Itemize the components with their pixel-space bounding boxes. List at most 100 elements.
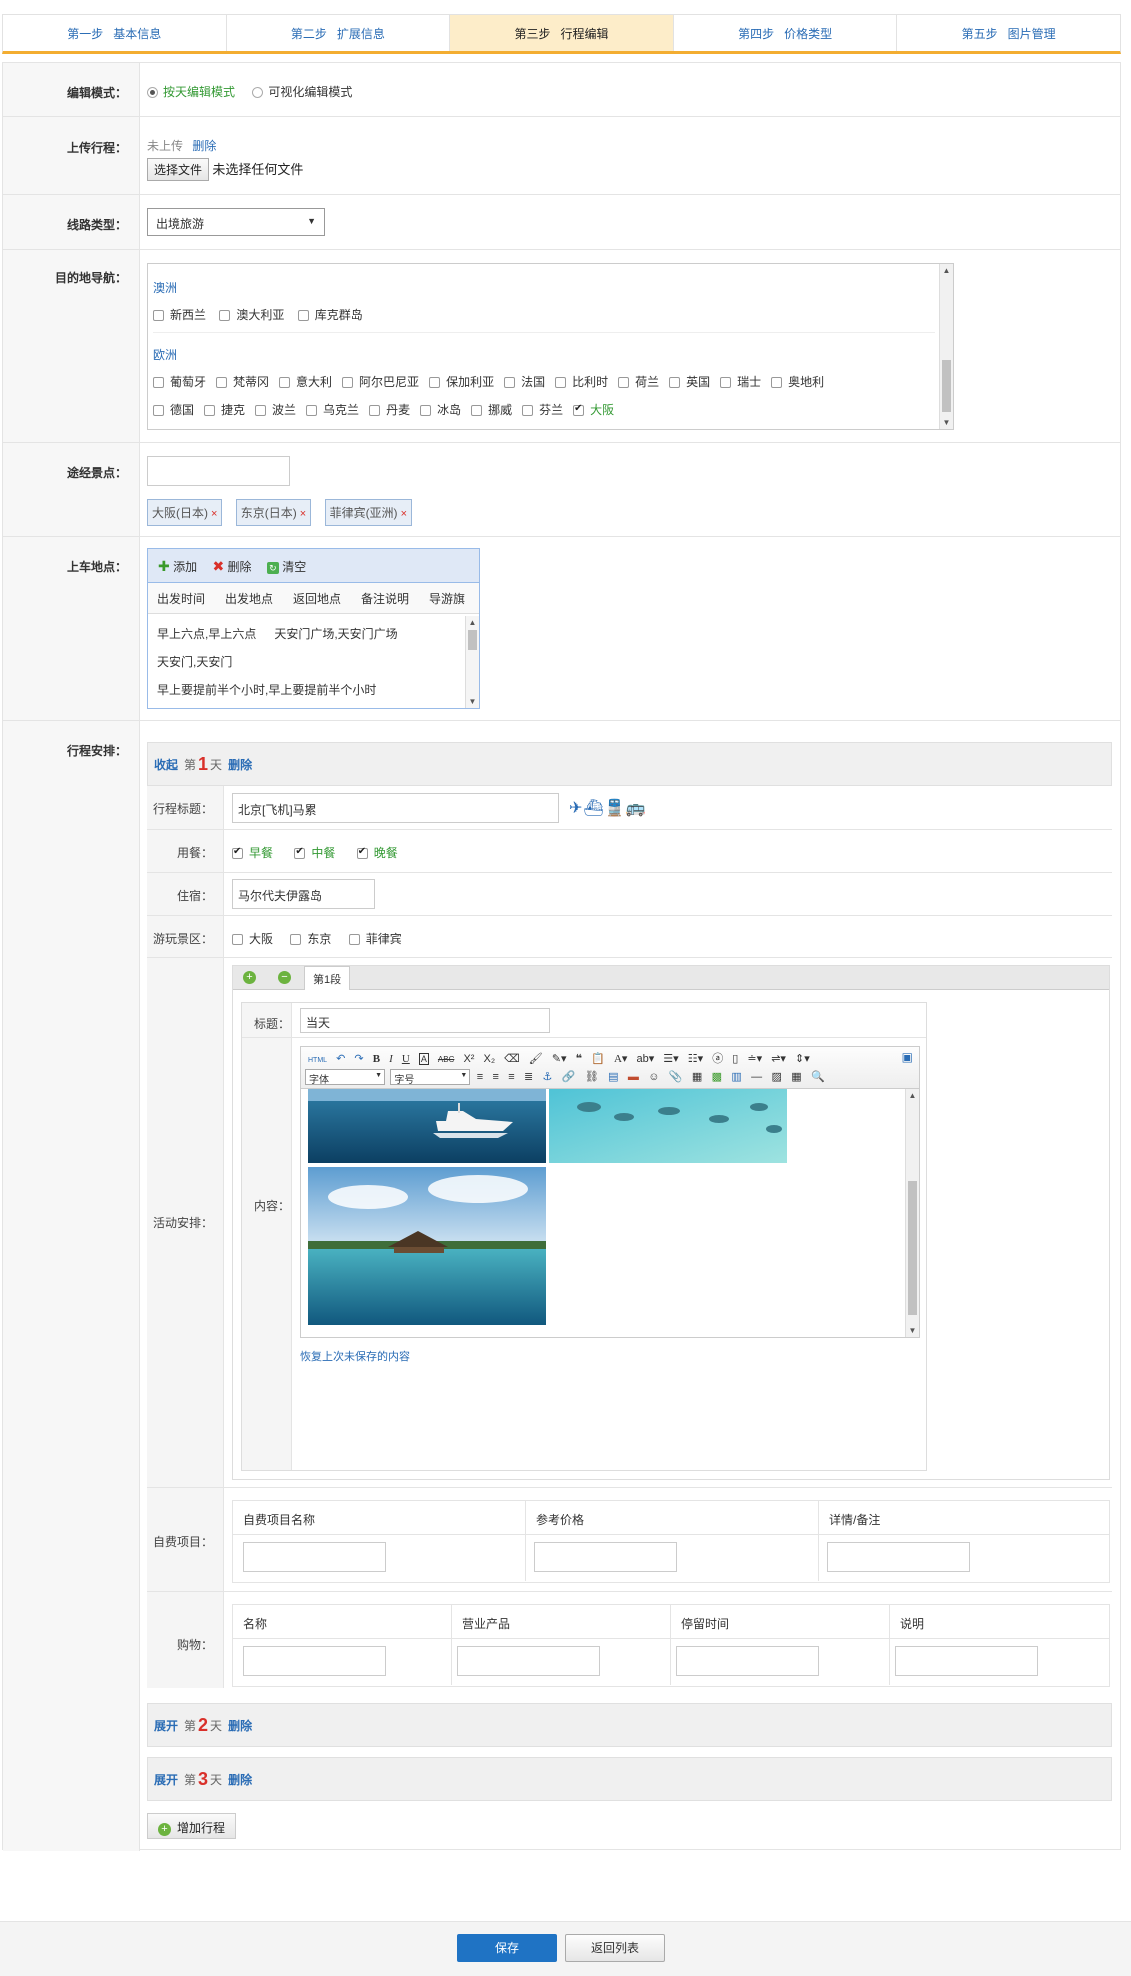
unordered-list-icon[interactable]: ☷▾: [688, 1052, 703, 1065]
column-header[interactable]: 出发时间: [157, 590, 225, 607]
radio-icon[interactable]: [147, 87, 158, 99]
table-row[interactable]: 天安门,天安门: [157, 653, 232, 670]
remove-tag-icon[interactable]: ×: [401, 508, 407, 520]
self-paid-note-input[interactable]: [827, 1542, 970, 1572]
column-header[interactable]: 出发地点: [225, 590, 293, 607]
table-row[interactable]: 早上六点,早上六点 天安门广场,天安门广场: [157, 625, 398, 642]
train-icon[interactable]: 🚆: [605, 800, 626, 817]
anchor-icon[interactable]: ⚓: [543, 1070, 553, 1083]
checkbox-icon[interactable]: [522, 405, 534, 417]
checkbox-icon[interactable]: [216, 377, 228, 389]
line-type-select[interactable]: 出境旅游 ▼: [147, 208, 325, 236]
upload-delete-link[interactable]: 删除: [192, 139, 216, 153]
brush-icon[interactable]: 🖌: [529, 1052, 543, 1065]
step-3-tab[interactable]: 第三步 行程编辑: [450, 15, 674, 51]
spot-option[interactable]: 菲律宾: [348, 932, 402, 946]
bold-icon[interactable]: B: [373, 1053, 380, 1065]
paste-icon[interactable]: 📋: [591, 1052, 605, 1065]
checkbox-icon[interactable]: [356, 846, 368, 860]
font-size-select[interactable]: 字号 ▼: [390, 1069, 471, 1086]
dest-item[interactable]: 波兰: [255, 403, 296, 417]
dest-item[interactable]: 法国: [504, 375, 545, 389]
checkbox-icon[interactable]: [290, 934, 302, 946]
paragraph-icon[interactable]: ⇌▾: [771, 1052, 786, 1065]
checkbox-icon[interactable]: [618, 377, 630, 389]
checkbox-icon[interactable]: [771, 377, 783, 389]
preview-icon[interactable]: 🔍: [811, 1070, 825, 1083]
dest-item[interactable]: 丹麦: [369, 403, 410, 417]
bus-icon[interactable]: 🚌: [626, 800, 647, 817]
meal-breakfast[interactable]: 早餐: [232, 846, 273, 860]
dest-item[interactable]: 梵蒂冈: [216, 375, 269, 389]
meal-lunch[interactable]: 中餐: [294, 846, 335, 860]
image-icon[interactable]: ▬: [628, 1071, 639, 1083]
plane-icon[interactable]: ✈: [569, 800, 583, 817]
scroll-up-icon[interactable]: ▲: [940, 266, 953, 275]
dest-item[interactable]: 瑞士: [720, 375, 761, 389]
checkbox-icon[interactable]: [255, 405, 267, 417]
scroll-up-icon[interactable]: ▲: [466, 618, 479, 627]
checkbox-icon[interactable]: [669, 377, 681, 389]
via-input[interactable]: [147, 456, 290, 486]
editor-scrollbar[interactable]: ▲ ▼: [905, 1089, 919, 1337]
dest-item[interactable]: 新西兰: [153, 308, 206, 322]
checkbox-icon[interactable]: [297, 310, 309, 322]
checkbox-icon[interactable]: [471, 405, 483, 417]
strikethrough-icon[interactable]: ABC: [438, 1055, 454, 1064]
checkbox-icon[interactable]: [720, 377, 732, 389]
scroll-thumb[interactable]: [942, 360, 951, 412]
stay-input[interactable]: 马尔代夫伊露岛: [232, 879, 375, 909]
day-expand-link[interactable]: 展开: [154, 1717, 178, 1734]
font-family-select[interactable]: 字体 ▼: [305, 1069, 385, 1086]
checkbox-icon[interactable]: [153, 377, 164, 389]
frame-icon[interactable]: ▤: [608, 1070, 618, 1083]
boarding-delete-button[interactable]: ✖ 删除: [212, 558, 251, 574]
boarding-scrollbar[interactable]: ▲ ▼: [465, 616, 479, 708]
checkbox-icon[interactable]: [153, 405, 164, 417]
save-button[interactable]: 保存: [457, 1934, 557, 1962]
dest-item[interactable]: 捷克: [204, 403, 245, 417]
meal-dinner[interactable]: 晚餐: [356, 846, 398, 860]
day-expand-link[interactable]: 展开: [154, 1771, 178, 1788]
step-4-tab[interactable]: 第四步 价格类型: [674, 15, 898, 51]
dest-item[interactable]: 英国: [669, 375, 710, 389]
row-spacing-icon[interactable]: ⇕▾: [795, 1052, 810, 1065]
checkbox-icon[interactable]: [555, 377, 567, 389]
checkbox-icon[interactable]: [429, 377, 441, 389]
checkbox-icon[interactable]: [369, 405, 381, 417]
day-delete-link[interactable]: 删除: [228, 1771, 252, 1788]
checkbox-icon[interactable]: [232, 846, 243, 860]
dest-item[interactable]: 意大利: [279, 375, 332, 389]
link-icon[interactable]: 🔗: [562, 1070, 576, 1083]
back-to-list-button[interactable]: 返回列表: [565, 1934, 665, 1962]
step-1-tab[interactable]: 第一步 基本信息: [3, 15, 227, 51]
step-2-tab[interactable]: 第二步 扩展信息: [227, 15, 451, 51]
dest-item[interactable]: 德国: [153, 403, 194, 417]
checkbox-icon[interactable]: [573, 403, 585, 417]
destination-scrollbar[interactable]: ▲ ▼: [939, 264, 953, 429]
underline-icon[interactable]: U: [402, 1053, 410, 1065]
scroll-thumb[interactable]: [908, 1181, 917, 1315]
scroll-down-icon[interactable]: ▼: [466, 697, 479, 706]
unlink-icon[interactable]: ⛓: [585, 1070, 599, 1083]
checkbox-icon[interactable]: [219, 310, 231, 322]
fullscreen-icon[interactable]: ▣: [902, 1050, 913, 1064]
dest-item[interactable]: 大阪: [573, 403, 614, 417]
add-day-button[interactable]: + 增加行程: [147, 1813, 237, 1839]
dest-item[interactable]: 奥地利: [771, 375, 824, 389]
italic-icon[interactable]: I: [389, 1053, 393, 1065]
dest-item[interactable]: 阿尔巴尼亚: [342, 375, 419, 389]
dest-item[interactable]: 葡萄牙: [153, 375, 206, 389]
editor-content[interactable]: [301, 1089, 905, 1337]
day-delete-link[interactable]: 删除: [228, 1717, 252, 1734]
emoji-icon[interactable]: ☺: [648, 1071, 659, 1083]
dest-item[interactable]: 比利时: [555, 375, 608, 389]
restore-draft-link[interactable]: 恢复上次未保存的内容: [300, 1348, 410, 1364]
step-5-tab[interactable]: 第五步 图片管理: [897, 15, 1120, 51]
table-row[interactable]: 早上要提前半个小时,早上要提前半个小时: [157, 681, 376, 698]
edit-mode-visual-option[interactable]: 可视化编辑模式: [252, 85, 352, 99]
align-center-icon[interactable]: ≡: [492, 1071, 498, 1083]
format-icon[interactable]: ✎▾: [552, 1052, 567, 1065]
shop-name-input[interactable]: [243, 1646, 386, 1676]
remove-tag-icon[interactable]: ×: [211, 508, 217, 520]
